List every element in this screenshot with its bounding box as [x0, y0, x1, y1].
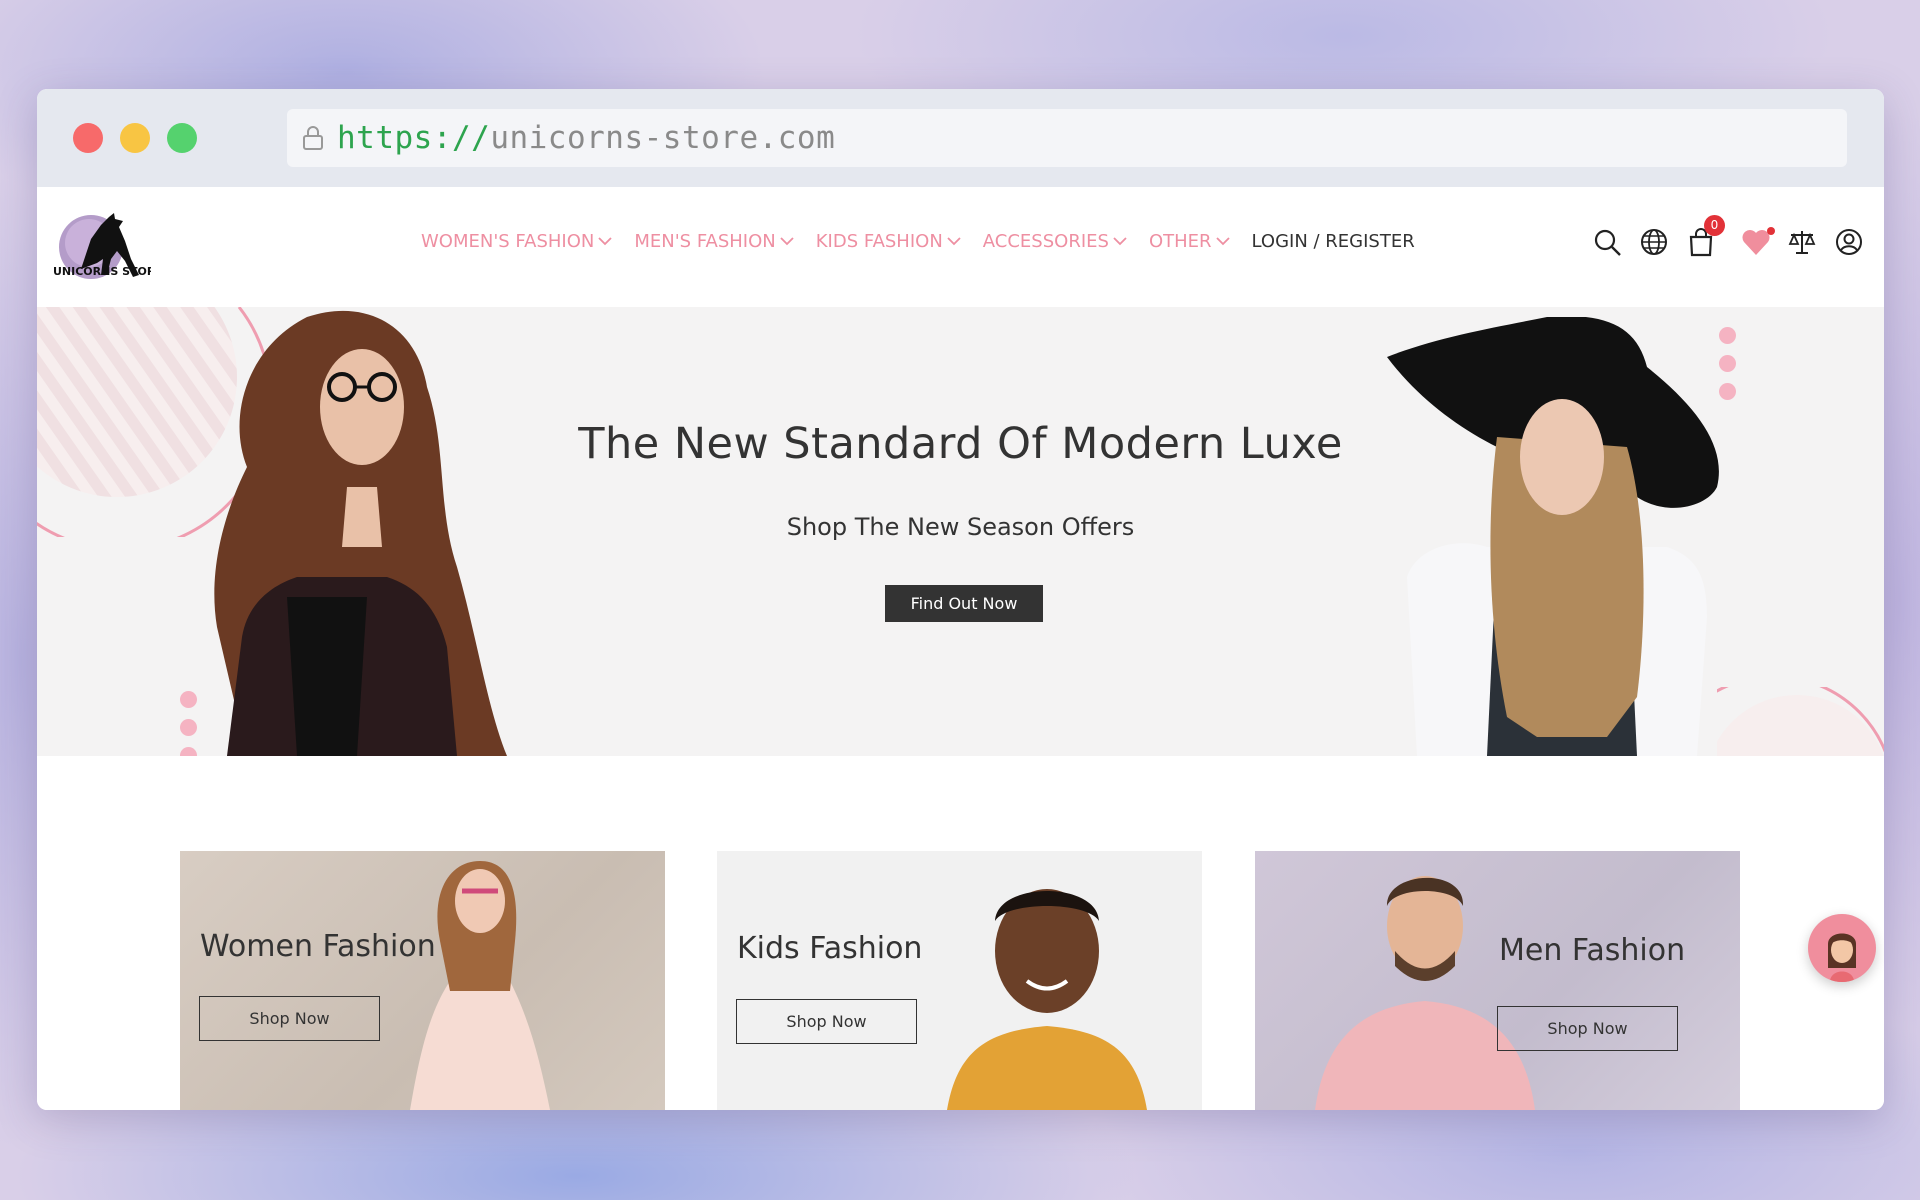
- women-fashion-image: [410, 861, 550, 1110]
- nav-label: KIDS FASHION: [815, 231, 943, 252]
- chevron-down-icon: [598, 237, 612, 246]
- url-host: unicorns-store.com: [490, 120, 836, 156]
- men-fashion-image: [1315, 876, 1535, 1110]
- browser-window: https://unicorns-store.com UNICORNS STOR…: [37, 89, 1884, 1110]
- chat-widget-button[interactable]: [1808, 914, 1876, 982]
- url-protocol: https://: [337, 120, 491, 156]
- address-bar[interactable]: https://unicorns-store.com: [287, 109, 1847, 167]
- wishlist-button[interactable]: [1740, 227, 1775, 257]
- close-window-button[interactable]: [73, 123, 103, 153]
- cart-count-badge: 0: [1704, 215, 1725, 236]
- minimize-window-button[interactable]: [120, 123, 150, 153]
- category-section: Women Fashion Shop Now Kids Fashion Shop…: [37, 756, 1884, 1110]
- shop-now-button[interactable]: Shop Now: [199, 996, 380, 1041]
- nav-label: WOMEN'S FASHION: [421, 231, 595, 252]
- category-title: Kids Fashion: [737, 931, 923, 966]
- decor-dot: [180, 691, 197, 708]
- nav-kids-fashion[interactable]: KIDS FASHION: [816, 231, 961, 252]
- chevron-down-icon: [1215, 237, 1230, 246]
- logo[interactable]: UNICORNS STORE: [51, 209, 151, 287]
- shop-now-button[interactable]: Shop Now: [1497, 1006, 1678, 1051]
- main-nav: WOMEN'S FASHION MEN'S FASHION KIDS FASHI…: [421, 231, 1437, 252]
- category-title: Women Fashion: [200, 929, 436, 964]
- category-title: Men Fashion: [1499, 933, 1686, 968]
- compare-icon[interactable]: [1787, 227, 1817, 257]
- support-avatar-icon: [1828, 933, 1856, 982]
- header-icons: 0: [1575, 215, 1864, 257]
- chevron-down-icon: [947, 237, 961, 246]
- nav-label: OTHER: [1148, 231, 1212, 252]
- hero-decoration-right: [1717, 687, 1884, 756]
- nav-label: ACCESSORIES: [982, 231, 1109, 252]
- search-icon[interactable]: [1592, 227, 1622, 257]
- chevron-down-icon: [1113, 237, 1127, 246]
- nav-womens-fashion[interactable]: WOMEN'S FASHION: [421, 231, 612, 252]
- category-card-women[interactable]: Women Fashion Shop Now: [180, 851, 665, 1110]
- nav-mens-fashion[interactable]: MEN'S FASHION: [634, 231, 794, 252]
- maximize-window-button[interactable]: [167, 123, 197, 153]
- login-register-link[interactable]: LOGIN / REGISTER: [1252, 231, 1415, 252]
- lock-icon: [303, 126, 323, 150]
- wishlist-indicator: [1767, 227, 1775, 235]
- nav-accessories[interactable]: ACCESSORIES: [983, 231, 1127, 252]
- nav-label: MEN'S FASHION: [634, 231, 776, 252]
- category-card-kids[interactable]: Kids Fashion Shop Now: [717, 851, 1202, 1110]
- cart-button[interactable]: 0: [1686, 215, 1725, 257]
- user-icon[interactable]: [1834, 227, 1864, 257]
- decor-dot: [180, 719, 197, 736]
- kids-fashion-image: [947, 889, 1147, 1110]
- shop-now-button[interactable]: Shop Now: [736, 999, 917, 1044]
- site-header: UNICORNS STORE WOMEN'S FASHION MEN'S FAS…: [37, 187, 1884, 307]
- category-card-men[interactable]: Men Fashion Shop Now: [1255, 851, 1740, 1110]
- nav-other[interactable]: OTHER: [1149, 231, 1230, 252]
- hero-banner: The New Standard Of Modern Luxe Shop The…: [37, 307, 1884, 756]
- globe-icon[interactable]: [1639, 227, 1669, 257]
- find-out-now-button[interactable]: Find Out Now: [885, 585, 1043, 622]
- chevron-down-icon: [780, 237, 794, 246]
- svg-text:UNICORNS STORE: UNICORNS STORE: [53, 265, 151, 278]
- browser-toolbar: https://unicorns-store.com: [37, 89, 1884, 187]
- url-text: https://unicorns-store.com: [337, 119, 835, 157]
